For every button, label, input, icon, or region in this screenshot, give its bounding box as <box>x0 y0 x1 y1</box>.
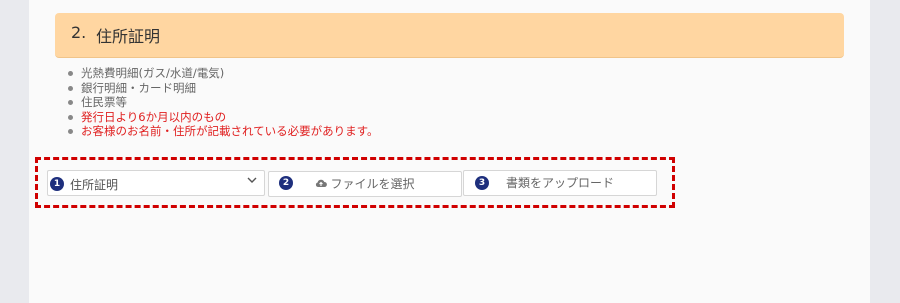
requirement-item: 光熱費明細(ガス/水道/電気) <box>68 66 379 81</box>
section-header: 2. 住所証明 <box>55 13 844 58</box>
requirements-list: 光熱費明細(ガス/水道/電気) 銀行明細・カード明細 住民票等 発行日より6か月… <box>55 66 379 139</box>
requirement-warning: お客様のお名前・住所が記載されている必要があります。 <box>68 124 379 139</box>
document-type-value: 住所証明 <box>70 178 119 192</box>
choose-file-label: ファイルを選択 <box>330 177 415 191</box>
section-title: 住所証明 <box>96 27 161 46</box>
cloud-upload-icon <box>315 172 328 196</box>
document-type-select[interactable]: 1 住所証明 <box>47 170 265 196</box>
requirement-item: 住民票等 <box>68 95 379 110</box>
upload-document-label: 書類をアップロード <box>505 176 614 190</box>
chevron-down-icon <box>247 175 257 188</box>
section-number: 2. <box>71 23 87 42</box>
step-badge-3: 3 <box>475 176 489 190</box>
step-badge-1: 1 <box>50 177 64 191</box>
document-upload-page: 2. 住所証明 光熱費明細(ガス/水道/電気) 銀行明細・カード明細 住民票等 … <box>29 0 870 303</box>
upload-document-button[interactable]: 書類をアップロード <box>463 170 657 196</box>
step-badge-2: 2 <box>279 176 293 190</box>
requirement-item: 銀行明細・カード明細 <box>68 81 379 96</box>
requirement-warning: 発行日より6か月以内のもの <box>68 110 379 125</box>
choose-file-button[interactable]: ファイルを選択 <box>268 171 462 197</box>
